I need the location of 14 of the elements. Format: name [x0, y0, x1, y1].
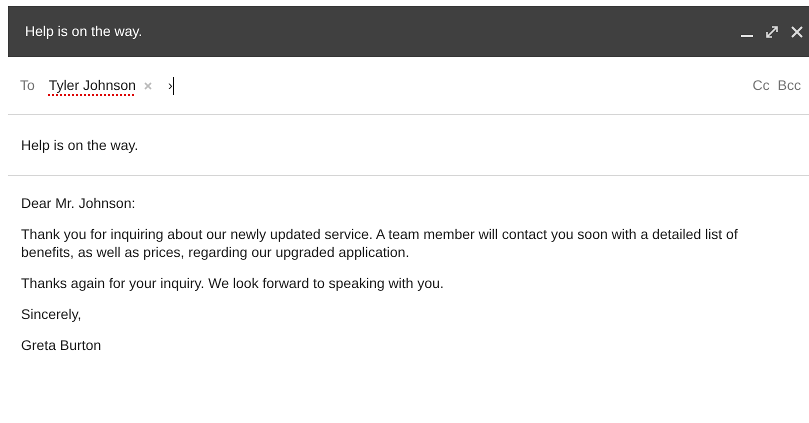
expand-icon[interactable]: [765, 24, 779, 38]
bcc-link[interactable]: Bcc: [778, 75, 801, 96]
body-paragraph: Thank you for inquiring about our newly updated service. A team member will contact you soon with a detailed list of benefits, as well as prices, regarding our upgraded application.: [21, 225, 739, 261]
cc-link[interactable]: Cc: [752, 75, 770, 96]
body-paragraph: Dear Mr. Johnson:: [21, 194, 136, 212]
window-title: Help is on the way.: [25, 22, 142, 41]
body-paragraph: Greta Burton: [21, 336, 102, 354]
recipient-chip[interactable]: Tyler Johnson: [48, 75, 136, 96]
to-label: To: [20, 76, 35, 95]
subject-field[interactable]: Help is on the way.: [21, 134, 138, 156]
recipient-field[interactable]: ›: [168, 76, 174, 96]
body-paragraph: Sincerely,: [21, 305, 82, 323]
close-icon[interactable]: [791, 26, 803, 38]
body-paragraph: Thanks again for your inquiry. We look forward to speaking with you.: [21, 274, 445, 292]
